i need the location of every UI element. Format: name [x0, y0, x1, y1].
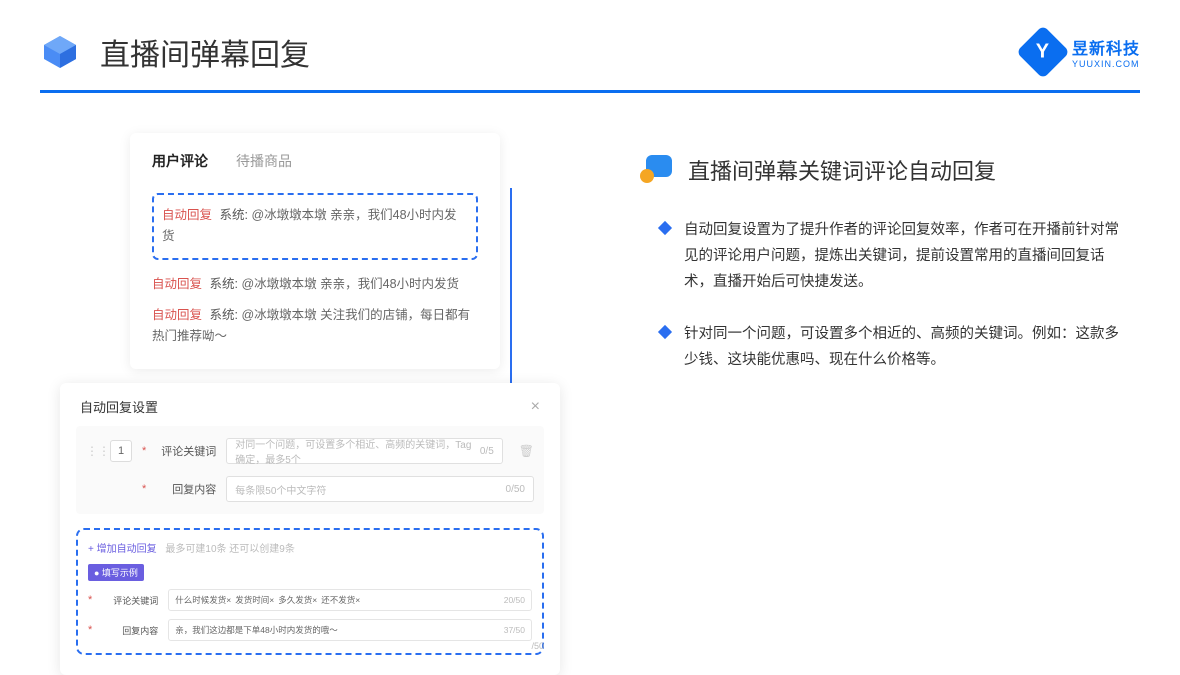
char-count: 0/50	[506, 484, 525, 495]
keyword-tag: 还不发货×	[321, 594, 360, 606]
comments-panel: 用户评论 待播商品 自动回复 系统: @冰墩墩本墩 亲亲，我们48小时内发货 自…	[130, 133, 500, 369]
logo-text-cn: 昱新科技	[1072, 35, 1140, 59]
example-reply-text: 亲，我们这边都是下单48小时内发货的哦～	[175, 624, 499, 636]
example-content-input[interactable]: 亲，我们这边都是下单48小时内发货的哦～ 37/50	[168, 619, 532, 641]
content-label: 回复内容	[156, 481, 216, 497]
comments-tabs: 用户评论 待播商品	[152, 151, 478, 177]
add-reply-link[interactable]: + 增加自动回复 最多可建10条 还可以创建9条	[88, 540, 532, 555]
auto-reply-badge: 自动回复	[152, 308, 202, 322]
char-count: 37/50	[504, 625, 525, 635]
hanging-count: /50	[531, 641, 544, 651]
bullet-item: 自动回复设置为了提升作者的评论回复效率，作者可在开播前针对常见的评论用户问题，提…	[640, 217, 1140, 295]
keyword-tag: 多久发货×	[278, 594, 317, 606]
system-label: 系统:	[210, 308, 238, 322]
page-header: 直播间弹幕回复 Y 昱新科技 YUUXIN.COM	[0, 0, 1180, 90]
page-title: 直播间弹幕回复	[100, 30, 310, 74]
required-star-icon: *	[142, 445, 146, 457]
diamond-bullet-icon	[658, 325, 672, 339]
order-number: 1	[110, 440, 132, 462]
char-count: 20/50	[504, 595, 525, 605]
example-keyword-input[interactable]: 什么时候发货× 发货时间× 多久发货× 还不发货× 20/50	[168, 589, 532, 611]
tab-user-comments[interactable]: 用户评论	[152, 151, 208, 177]
required-star-icon: *	[88, 624, 92, 636]
required-star-icon: *	[142, 483, 146, 495]
system-label: 系统:	[220, 208, 248, 222]
content-input[interactable]: 每条限50个中文字符 0/50	[226, 476, 534, 502]
screenshots-column: 用户评论 待播商品 自动回复 系统: @冰墩墩本墩 亲亲，我们48小时内发货 自…	[60, 133, 560, 675]
cube-icon	[40, 32, 80, 72]
example-badge: ● 填写示例	[88, 564, 144, 581]
auto-reply-badge: 自动回复	[152, 277, 202, 291]
keyword-tag: 发货时间×	[235, 594, 274, 606]
example-content-label: 回复内容	[102, 624, 158, 637]
modal-title: 自动回复设置	[80, 397, 158, 416]
bullet-text: 针对同一个问题，可设置多个相近的、高频的关键词。例如：这款多少钱、这块能优惠吗、…	[684, 321, 1124, 373]
bullet-text: 自动回复设置为了提升作者的评论回复效率，作者可在开播前针对常见的评论用户问题，提…	[684, 217, 1124, 295]
bullet-item: 针对同一个问题，可设置多个相近的、高频的关键词。例如：这款多少钱、这块能优惠吗、…	[640, 321, 1140, 373]
system-label: 系统:	[210, 277, 238, 291]
trash-icon[interactable]: 🗑	[519, 444, 534, 458]
diamond-bullet-icon	[658, 221, 672, 235]
logo-mark-icon: Y	[1016, 25, 1070, 79]
settings-form: ⋮⋮ 1 * 评论关键词 对同一个问题，可设置多个相近、高频的关键词，Tag确定…	[76, 426, 544, 514]
comment-row: 自动回复 系统: @冰墩墩本墩 亲亲，我们48小时内发货	[152, 274, 478, 295]
tab-pending-products[interactable]: 待播商品	[236, 151, 292, 177]
auto-reply-badge: 自动回复	[162, 208, 212, 222]
logo-text-en: YUUXIN.COM	[1072, 59, 1140, 69]
keyword-input[interactable]: 对同一个问题，可设置多个相近、高频的关键词，Tag确定，最多5个 0/5	[226, 438, 502, 464]
example-keyword-label: 评论关键词	[102, 594, 158, 607]
speech-bubbles-icon	[640, 153, 674, 187]
auto-reply-settings-modal: 自动回复设置 × ⋮⋮ 1 * 评论关键词 对同一个问题，可设置多个相近、高频的…	[60, 383, 560, 675]
add-hint-text: 最多可建10条 还可以创建9条	[165, 544, 294, 555]
keyword-label: 评论关键词	[156, 443, 216, 459]
comment-row: 自动回复 系统: @冰墩墩本墩 关注我们的店铺，每日都有热门推荐呦～	[152, 305, 478, 348]
required-star-icon: *	[88, 594, 92, 606]
comment-text: @冰墩墩本墩 亲亲，我们48小时内发货	[241, 277, 459, 291]
drag-handle-icon[interactable]: ⋮⋮	[86, 444, 100, 458]
input-placeholder: 对同一个问题，可设置多个相近、高频的关键词，Tag确定，最多5个	[235, 436, 480, 466]
section-title: 直播间弹幕关键词评论自动回复	[688, 154, 996, 186]
highlighted-comment: 自动回复 系统: @冰墩墩本墩 亲亲，我们48小时内发货	[152, 193, 478, 260]
example-highlight-block: + 增加自动回复 最多可建10条 还可以创建9条 ● 填写示例 * 评论关键词 …	[76, 528, 544, 655]
explanation-column: 直播间弹幕关键词评论自动回复 自动回复设置为了提升作者的评论回复效率，作者可在开…	[560, 133, 1140, 675]
input-placeholder: 每条限50个中文字符	[235, 482, 505, 497]
brand-logo: Y 昱新科技 YUUXIN.COM	[1024, 33, 1140, 71]
char-count: 0/5	[480, 446, 494, 457]
keyword-tag: 什么时候发货×	[175, 594, 231, 606]
close-icon[interactable]: ×	[531, 398, 540, 416]
